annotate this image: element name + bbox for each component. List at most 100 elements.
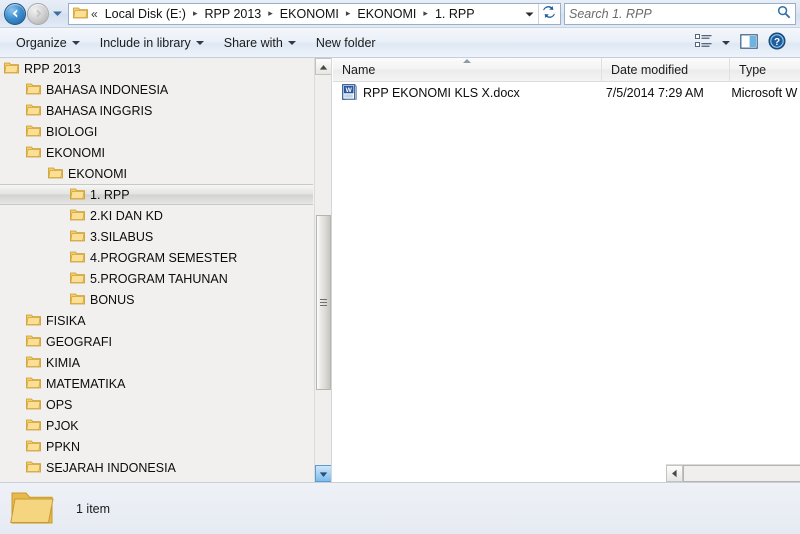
column-header-type[interactable]: Type [730,58,800,82]
back-button[interactable] [4,2,26,25]
chevron-down-icon [71,40,80,45]
tree-item-label: BAHASA INGGRIS [46,103,153,118]
include-in-library-label: Include in library [99,35,191,50]
folder-icon [26,334,41,350]
command-toolbar: Organize Include in library Share with N… [0,28,800,58]
breadcrumb-separator[interactable]: ▸ [263,8,278,19]
breadcrumb-item-1[interactable]: RPP 2013 [203,6,264,22]
tree-item-bahasa-indonesia[interactable]: BAHASA INDONESIA [0,79,315,100]
change-view-dropdown[interactable] [718,31,734,55]
scroll-thumb[interactable] [316,215,331,390]
file-list-horizontal-scrollbar[interactable] [666,464,800,482]
breadcrumb: Local Disk (E:) ▸ RPP 2013 ▸ EKONOMI ▸ E… [103,6,521,22]
tree-item-ppkn[interactable]: PPKN [0,436,315,457]
scroll-left-button[interactable] [666,465,683,482]
scroll-track[interactable] [683,465,800,482]
forward-button[interactable] [27,2,49,25]
tree-item-5-program-tahunan[interactable]: 5.PROGRAM TAHUNAN [0,268,315,289]
include-in-library-button[interactable]: Include in library [90,31,214,55]
tree-item-sejarah-indonesia[interactable]: SEJARAH INDONESIA [0,457,315,478]
address-dropdown-button[interactable] [521,7,538,21]
breadcrumb-item-4[interactable]: 1. RPP [433,6,477,22]
chevron-down-icon [722,40,730,45]
tree-item-bahasa-inggris[interactable]: BAHASA INGGRIS [0,100,315,121]
search-input[interactable]: Search 1. RPP [569,7,777,21]
tree-item-label: PPKN [46,439,81,454]
column-header-name-label: Name [342,62,376,77]
column-headers: Name Date modified Type [333,57,800,82]
tree-item-geografi[interactable]: GEOGRAFI [0,331,315,352]
tree-item-label: PJOK [46,418,79,433]
new-folder-label: New folder [315,35,376,50]
breadcrumb-item-0[interactable]: Local Disk (E:) [103,6,188,22]
item-count-text: 1 item [76,501,111,516]
change-view-button[interactable] [690,31,716,55]
scroll-up-button[interactable] [315,58,331,75]
preview-pane-button[interactable] [736,31,762,55]
tree-item-label: FISIKA [46,313,86,328]
tree-item-fisika[interactable]: FISIKA [0,310,315,331]
tree-item-pjok[interactable]: PJOK [0,415,315,436]
tree-item-label: GEOGRAFI [46,334,112,349]
breadcrumb-bar[interactable]: « Local Disk (E:) ▸ RPP 2013 ▸ EKONOMI ▸… [68,2,561,25]
scroll-thumb[interactable] [683,465,800,482]
scroll-up-arrow-icon [319,60,328,74]
tree-item-matematika[interactable]: MATEMATIKA [0,373,315,394]
breadcrumb-separator[interactable]: ▸ [418,8,433,19]
tree-item-ekonomi[interactable]: EKONOMI [0,142,315,163]
breadcrumb-item-2[interactable]: EKONOMI [278,6,341,22]
view-options-icon [694,34,712,51]
breadcrumb-separator[interactable]: ▸ [341,8,356,19]
history-dropdown-button[interactable] [49,3,65,25]
folder-icon [4,61,19,77]
tree-item-2-ki-dan-kd[interactable]: 2.KI DAN KD [0,205,315,226]
tree-item-4-program-semester[interactable]: 4.PROGRAM SEMESTER [0,247,315,268]
folder-icon [9,487,55,530]
tree-vertical-scrollbar[interactable] [314,58,331,482]
folder-tree[interactable]: RPP 2013 BAHASA INDONESIA BAHASA INGGRIS BI… [0,58,315,482]
status-folder-icon-wrap [0,487,64,530]
tree-item-3-silabus[interactable]: 3.SILABUS [0,226,315,247]
tree-item-ekonomi[interactable]: EKONOMI [0,163,315,184]
tree-item-label: 3.SILABUS [90,229,154,244]
column-header-date-label: Date modified [611,62,689,77]
breadcrumb-separator[interactable]: ▸ [188,8,203,19]
status-bar: 1 item [0,482,800,534]
breadcrumb-overflow[interactable]: « [91,7,98,21]
scroll-down-button[interactable] [315,465,331,482]
help-button[interactable]: ? [764,31,790,55]
forward-arrow-icon [32,7,45,20]
tree-item-biologi[interactable]: BIOLOGI [0,121,315,142]
folder-icon [26,313,41,329]
tree-item-bonus[interactable]: BONUS [0,289,315,310]
tree-item-label: BAHASA INDONESIA [46,82,169,97]
word-document-icon: W [342,83,357,103]
tree-item-kimia[interactable]: KIMIA [0,352,315,373]
file-list[interactable]: W RPP EKONOMI KLS X.docx 7/5/2014 7:29 AM M… [333,82,800,104]
new-folder-button[interactable]: New folder [306,31,386,55]
tree-item-1-rpp[interactable]: 1. RPP [0,184,313,205]
organize-button[interactable]: Organize [6,31,90,55]
tree-item-label: MATEMATIKA [46,376,126,391]
folder-icon [70,187,85,203]
search-box[interactable]: Search 1. RPP [564,2,796,25]
share-with-button[interactable]: Share with [214,31,306,55]
column-header-name[interactable]: Name [333,57,602,82]
preview-pane-icon [740,33,758,52]
navigation-pane: RPP 2013 BAHASA INDONESIA BAHASA INGGRIS BI… [0,58,332,482]
chevron-down-icon [287,40,296,45]
column-header-date-modified[interactable]: Date modified [602,57,730,82]
tree-item-rpp-2013[interactable]: RPP 2013 [0,58,315,79]
refresh-button[interactable] [538,3,558,24]
file-row[interactable]: W RPP EKONOMI KLS X.docx 7/5/2014 7:29 AM M… [333,82,800,104]
tree-item-label: EKONOMI [68,166,128,181]
svg-text:?: ? [774,37,780,48]
search-icon [777,5,791,22]
folder-icon [26,355,41,371]
folder-icon [26,397,41,413]
tree-item-ops[interactable]: OPS [0,394,315,415]
breadcrumb-item-3[interactable]: EKONOMI [355,6,418,22]
tree-item-label: 5.PROGRAM TAHUNAN [90,271,228,286]
tree-item-label: 1. RPP [90,187,130,202]
grip-icon [320,299,327,306]
